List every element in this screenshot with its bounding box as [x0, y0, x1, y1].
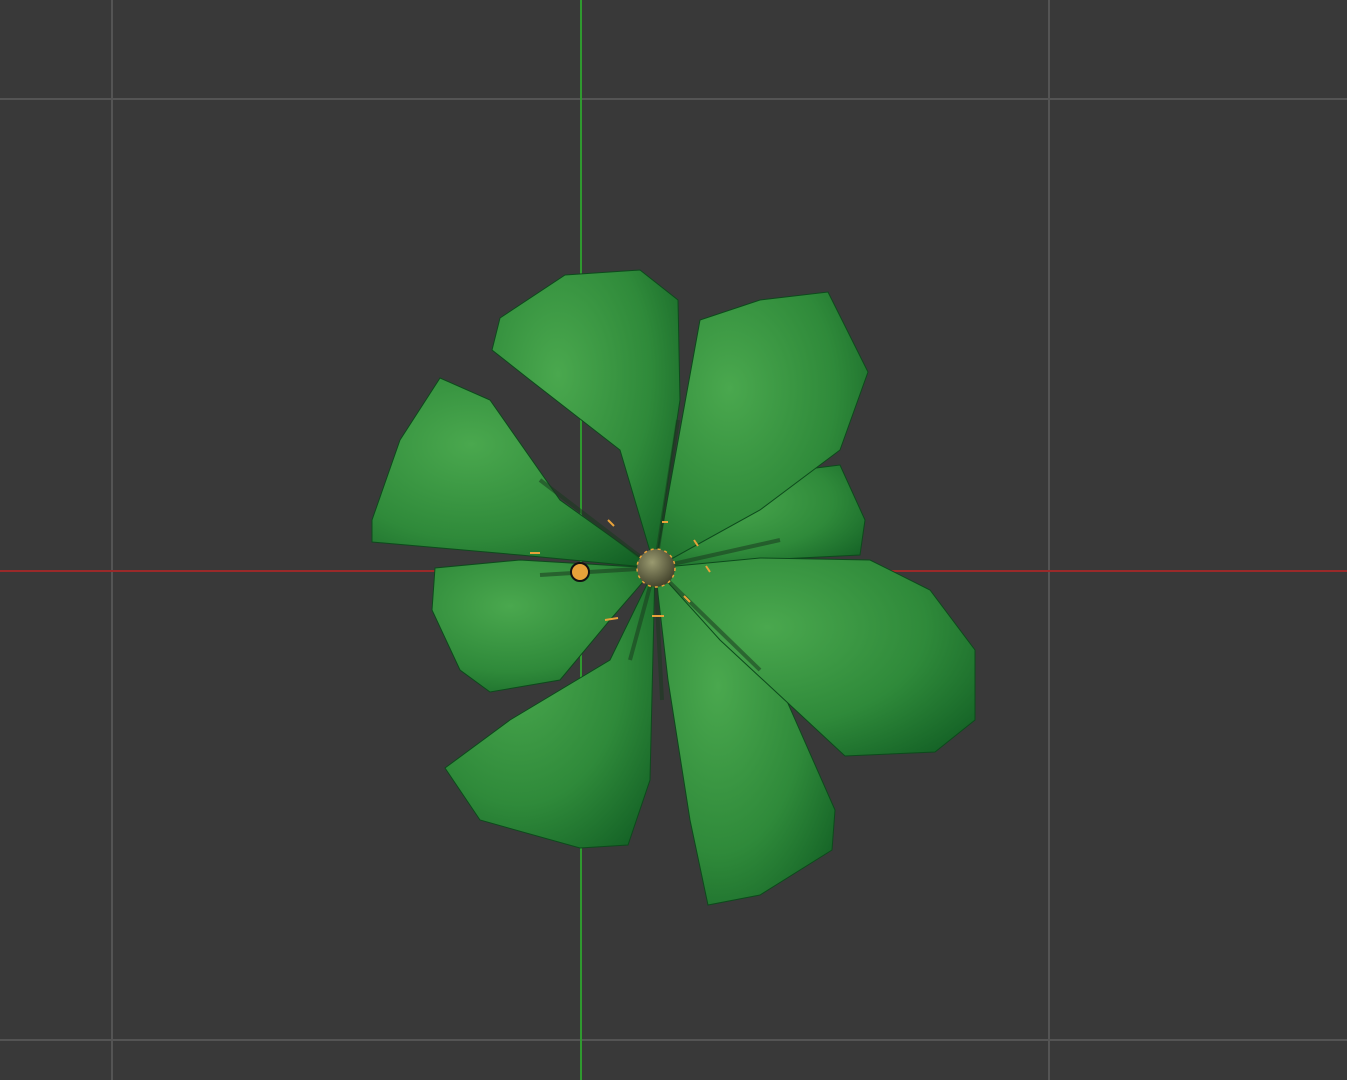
- 3d-viewport[interactable]: [0, 0, 1347, 1080]
- object-origin-marker[interactable]: [570, 562, 590, 582]
- viewport-canvas[interactable]: [0, 0, 1347, 1080]
- flower-mesh-object[interactable]: [371, 269, 976, 906]
- flower-center: [636, 548, 676, 588]
- selection-tick: [607, 519, 615, 527]
